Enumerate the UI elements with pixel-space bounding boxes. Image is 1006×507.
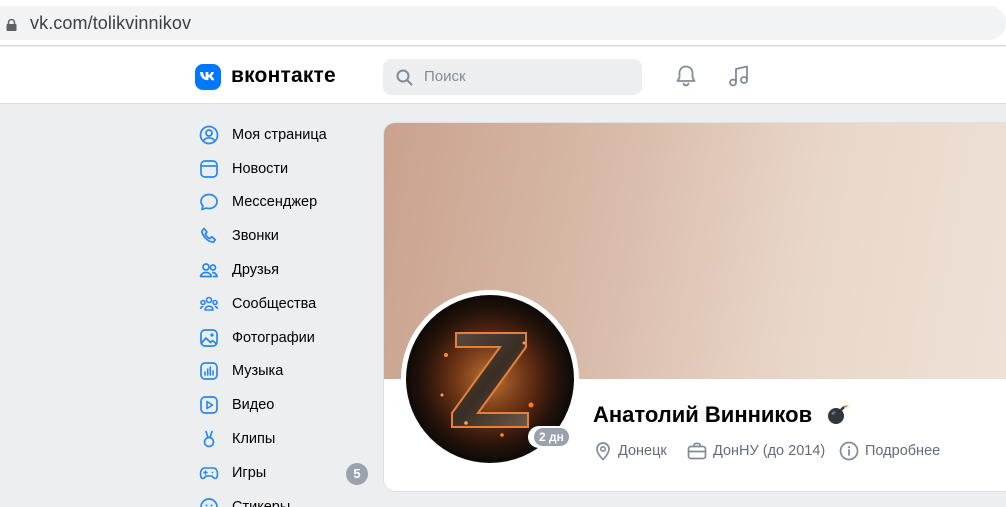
menu-item-clips[interactable]: Клипы — [196, 422, 376, 456]
education-info[interactable]: ДонНУ (до 2014) — [687, 440, 825, 462]
search-icon — [396, 69, 413, 86]
menu-item-label: Друзья — [232, 262, 280, 279]
stickers-icon — [198, 496, 220, 507]
menu-item-label: Моя страница — [232, 126, 327, 143]
music-icon — [198, 360, 220, 382]
menu-item-label: Видео — [232, 397, 275, 414]
message-icon — [198, 191, 220, 213]
menu-item-music[interactable]: Музыка — [196, 355, 376, 389]
search-input[interactable]: Поиск — [383, 59, 642, 95]
menu-item-news[interactable]: Новости — [196, 152, 376, 186]
menu-item-label: Музыка — [232, 363, 284, 380]
phone-icon — [198, 225, 220, 247]
lock-icon — [6, 19, 17, 31]
user-circle-icon — [198, 124, 220, 146]
city-info[interactable]: Донецк — [594, 440, 667, 462]
last-seen-badge: 2 дн — [528, 426, 575, 448]
photo-icon — [198, 327, 220, 349]
menu-item-label: Фотографии — [232, 329, 315, 346]
clips-icon — [198, 428, 220, 450]
menu-item-label: Новости — [232, 160, 289, 177]
menu-item-games[interactable]: Игры 5 — [196, 456, 376, 490]
profile-name: Анатолий Винников — [593, 402, 813, 427]
menu-item-my-page[interactable]: Моя страница — [196, 118, 376, 152]
menu-item-stickers[interactable]: Стикеры — [196, 490, 376, 507]
menu-item-communities[interactable]: Сообщества — [196, 287, 376, 321]
menu-item-label: Звонки — [232, 228, 279, 245]
menu-item-video[interactable]: Видео — [196, 388, 376, 422]
url-field[interactable]: vk.com/tolikvinnikov — [0, 6, 1006, 40]
last-seen-text: 2 дн — [534, 428, 569, 446]
communities-icon — [198, 293, 220, 315]
left-menu: Моя страница Новости Мессенджер Звонки Д… — [196, 118, 376, 507]
menu-item-calls[interactable]: Звонки — [196, 219, 376, 253]
music-note-icon[interactable] — [726, 63, 752, 89]
video-icon — [198, 394, 220, 416]
friends-icon — [198, 259, 220, 281]
games-count-badge: 5 — [346, 462, 368, 485]
menu-item-label: Клипы — [232, 431, 276, 448]
vk-logo-icon[interactable] — [195, 64, 221, 90]
bomb-emoji-icon — [828, 404, 849, 424]
vk-header: вконтакте Поиск — [0, 47, 1006, 104]
details-text: Подробнее — [865, 443, 941, 459]
menu-item-label: Сообщества — [232, 295, 317, 312]
details-link[interactable]: Подробнее — [839, 440, 940, 462]
url-text: vk.com/tolikvinnikov — [30, 13, 192, 33]
briefcase-icon — [687, 442, 707, 460]
city-text: Донецк — [618, 443, 667, 459]
search-placeholder: Поиск — [424, 68, 466, 85]
games-icon — [198, 462, 220, 484]
vk-logo-text[interactable]: вконтакте — [231, 64, 336, 88]
menu-item-photos[interactable]: Фотографии — [196, 321, 376, 355]
browser-address-bar: vk.com/tolikvinnikov — [0, 0, 1006, 46]
notifications-bell-icon[interactable] — [673, 63, 699, 89]
menu-item-friends[interactable]: Друзья — [196, 253, 376, 287]
menu-item-messenger[interactable]: Мессенджер — [196, 186, 376, 220]
menu-item-label: Мессенджер — [232, 194, 318, 211]
education-text: ДонНУ (до 2014) — [713, 443, 826, 459]
news-icon — [198, 158, 220, 180]
menu-item-label: Стикеры — [232, 498, 291, 507]
info-icon — [839, 441, 859, 461]
menu-item-label: Игры — [232, 464, 267, 481]
location-pin-icon — [596, 442, 610, 461]
